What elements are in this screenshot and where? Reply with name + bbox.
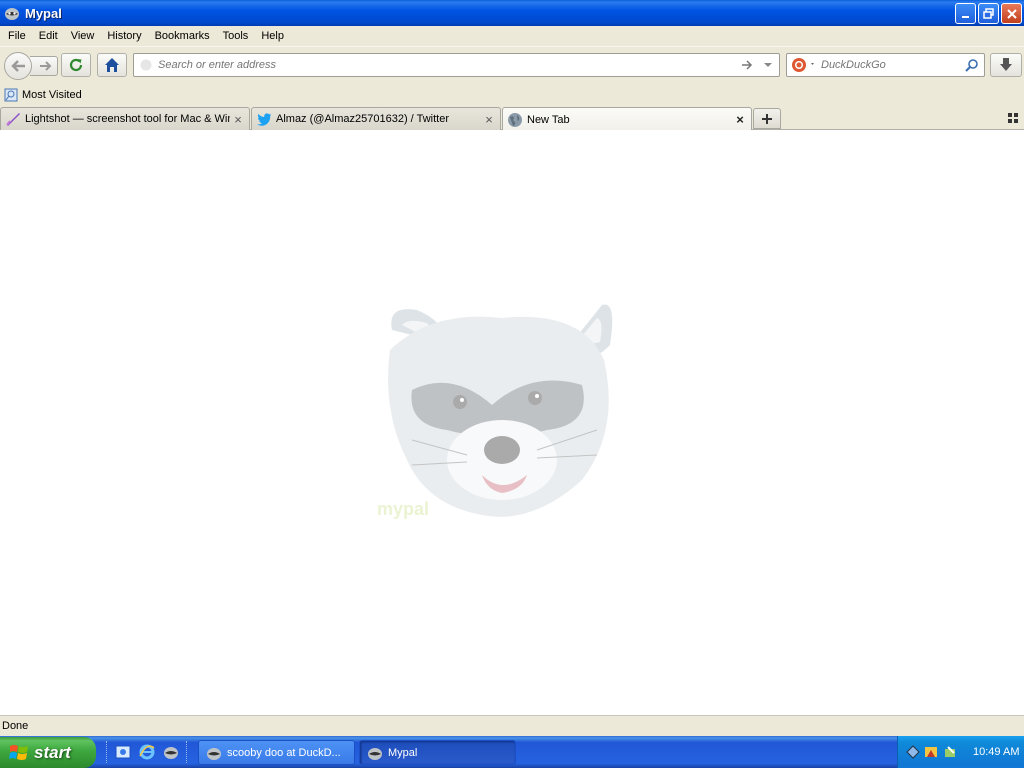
taskbar-button-label: Mypal	[388, 746, 418, 759]
safely-remove-hardware-icon[interactable]	[942, 744, 958, 760]
tab-new-tab[interactable]: New Tab ×	[502, 107, 752, 131]
url-input[interactable]	[158, 59, 737, 71]
search-bar[interactable]	[786, 53, 985, 77]
tab-close-icon[interactable]: ×	[230, 111, 246, 127]
start-label: start	[34, 742, 71, 762]
plus-icon	[762, 113, 772, 124]
globe-icon	[507, 112, 523, 128]
download-arrow-icon	[1000, 58, 1012, 71]
site-identity-icon[interactable]	[134, 59, 158, 71]
system-tray: 10:49 AM	[897, 736, 1024, 768]
tab-label: Lightshot — screenshot tool for Mac & Wi…	[25, 113, 230, 125]
duckduckgo-icon	[792, 58, 814, 72]
navigation-toolbar	[0, 46, 1024, 84]
menu-bar: File Edit View History Bookmarks Tools H…	[0, 26, 1024, 46]
tab-groups-button[interactable]	[1006, 111, 1020, 125]
restore-button[interactable]	[978, 3, 999, 24]
taskbar: start scooby doo at DuckD... Mypal 10:49…	[0, 736, 1024, 768]
most-visited-folder[interactable]: Most Visited	[4, 88, 82, 102]
page-content: mypal	[0, 130, 1024, 715]
window-title: Mypal	[25, 5, 62, 21]
home-button[interactable]	[97, 53, 127, 77]
windows-logo-icon	[9, 744, 28, 760]
back-arrow-icon	[11, 60, 25, 72]
status-text: Done	[2, 720, 29, 732]
quick-launch	[106, 740, 188, 764]
search-go-button[interactable]	[960, 58, 984, 72]
most-visited-label: Most Visited	[22, 89, 82, 101]
reload-button[interactable]	[61, 53, 91, 77]
lightshot-icon	[5, 111, 21, 127]
minimize-icon	[961, 15, 969, 18]
tab-strip: Lightshot — screenshot tool for Mac & Wi…	[0, 106, 1024, 131]
grid-icon	[1008, 113, 1018, 123]
url-bar[interactable]	[133, 53, 780, 77]
search-engine-selector[interactable]	[787, 57, 821, 73]
watermark-text: mypal	[377, 499, 429, 519]
bookmarks-toolbar: Most Visited	[0, 84, 1024, 106]
tab-twitter[interactable]: Almaz (@Almaz25701632) / Twitter ×	[251, 107, 501, 130]
tab-lightshot[interactable]: Lightshot — screenshot tool for Mac & Wi…	[0, 107, 250, 130]
tray-app-icon[interactable]	[923, 744, 939, 760]
internet-explorer-icon[interactable]	[138, 743, 156, 761]
menu-view[interactable]: View	[66, 30, 100, 42]
menu-tools[interactable]: Tools	[218, 30, 254, 42]
tab-close-icon[interactable]: ×	[732, 112, 748, 128]
reload-icon	[69, 58, 83, 72]
forward-button[interactable]	[30, 56, 58, 76]
menu-edit[interactable]: Edit	[34, 30, 63, 42]
menu-help[interactable]: Help	[256, 30, 289, 42]
close-window-button[interactable]	[1001, 3, 1022, 24]
downloads-button[interactable]	[990, 53, 1022, 77]
start-button[interactable]: start	[0, 737, 96, 768]
most-visited-icon	[4, 88, 18, 102]
taskbar-button-label: scooby doo at DuckD...	[227, 746, 341, 759]
mypal-app-icon	[5, 8, 19, 20]
mypal-raccoon-logo: mypal	[377, 304, 613, 519]
menu-history[interactable]: History	[102, 30, 146, 42]
menu-file[interactable]: File	[3, 30, 31, 42]
quick-launch-grip	[106, 741, 108, 763]
show-desktop-icon[interactable]	[114, 743, 132, 761]
tab-label: New Tab	[527, 113, 570, 126]
quick-launch-grip	[186, 741, 188, 763]
status-bar: Done	[0, 715, 1024, 736]
url-history-dropdown[interactable]	[757, 62, 779, 68]
tab-label: Almaz (@Almaz25701632) / Twitter	[276, 113, 449, 125]
tab-close-icon[interactable]: ×	[481, 111, 497, 127]
forward-arrow-icon	[39, 61, 51, 71]
minimize-button[interactable]	[955, 3, 976, 24]
new-tab-button[interactable]	[753, 108, 781, 129]
back-button[interactable]	[4, 52, 32, 80]
taskbar-button-duckduckgo[interactable]: scooby doo at DuckD...	[198, 740, 355, 765]
home-icon	[105, 58, 119, 72]
twitter-icon	[256, 111, 272, 127]
restore-icon	[982, 7, 994, 19]
title-bar: Mypal	[0, 0, 1024, 26]
go-arrow-icon	[742, 60, 753, 70]
search-input[interactable]	[821, 59, 960, 71]
taskbar-button-mypal[interactable]: Mypal	[359, 740, 516, 765]
go-button[interactable]	[737, 60, 757, 70]
close-icon	[1006, 8, 1017, 19]
mypal-window-icon	[368, 747, 382, 760]
globe-icon	[140, 59, 152, 71]
magnifier-icon	[965, 59, 978, 72]
mypal-window-icon	[207, 747, 221, 760]
menu-bookmarks[interactable]: Bookmarks	[150, 30, 215, 42]
dropdown-arrow-icon	[764, 63, 772, 67]
network-diamond-icon[interactable]	[906, 745, 920, 759]
mypal-quicklaunch-icon[interactable]	[162, 743, 180, 761]
clock[interactable]: 10:49 AM	[973, 746, 1019, 758]
